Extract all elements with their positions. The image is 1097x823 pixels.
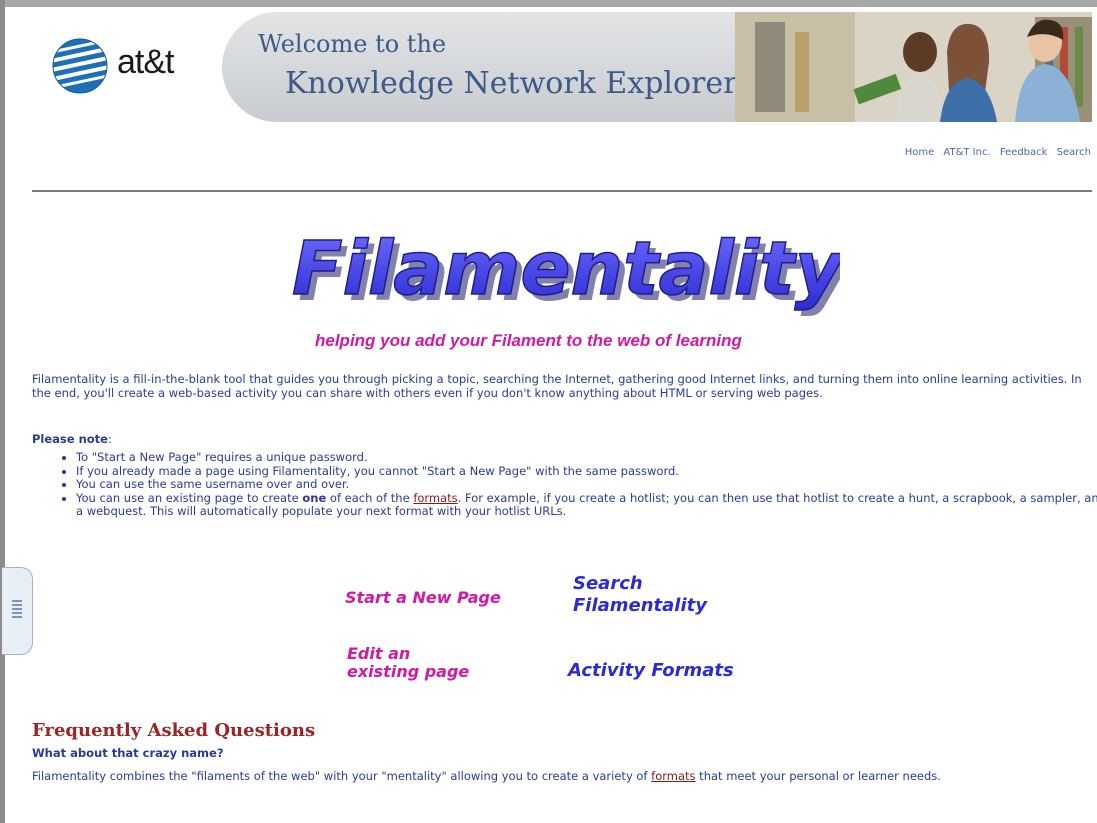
list-item: You can use an existing page to create o…: [76, 491, 1097, 519]
nav-feedback-link[interactable]: Feedback: [1000, 147, 1048, 158]
start-new-page-link[interactable]: Start a New Page: [345, 589, 501, 607]
faq-question: What about that crazy name?: [32, 746, 224, 760]
header-divider: [32, 190, 1092, 192]
faq-answer: Filamentality combines the "filaments of…: [32, 769, 941, 783]
side-panel-tab[interactable]: [2, 567, 33, 655]
window-top-border: [0, 0, 1097, 7]
top-nav: Home AT&T Inc. Feedback Search: [899, 147, 1091, 158]
intro-paragraph: Filamentality is a fill-in-the-blank too…: [32, 372, 1082, 400]
att-globe-icon[interactable]: [50, 36, 110, 96]
notes-list: To "Start a New Page" requires a unique …: [60, 450, 1097, 519]
list-item: If you already made a page using Filamen…: [76, 464, 1097, 479]
faq-heading: Frequently Asked Questions: [32, 720, 316, 741]
students-photo: [735, 12, 1092, 122]
grip-icon: [12, 600, 22, 620]
nav-home-link[interactable]: Home: [905, 147, 935, 158]
formats-link[interactable]: formats: [651, 769, 695, 783]
nav-att-link[interactable]: AT&T Inc.: [943, 147, 990, 158]
please-note-label: Please note:: [32, 432, 112, 446]
window-left-border: [0, 0, 5, 823]
att-logo-text[interactable]: at&t: [117, 43, 174, 82]
filamentality-logo: Filamentality Filamentality: [291, 225, 840, 318]
banner-title: Knowledge Network Explorer: [285, 66, 738, 101]
edit-existing-page-link[interactable]: Edit an existing page: [347, 645, 469, 681]
list-item: You can use the same username over and o…: [76, 477, 1097, 492]
list-item: To "Start a New Page" requires a unique …: [76, 450, 1097, 465]
nav-search-link[interactable]: Search: [1057, 147, 1091, 158]
tagline: helping you add your Filament to the web…: [315, 331, 742, 350]
filamentality-wordmark: Filamentality: [292, 226, 840, 312]
activity-formats-link[interactable]: Activity Formats: [568, 660, 734, 682]
formats-link[interactable]: formats: [413, 491, 457, 505]
search-filamentality-link[interactable]: Search Filamentality: [573, 573, 707, 617]
banner-welcome: Welcome to the: [258, 30, 447, 58]
